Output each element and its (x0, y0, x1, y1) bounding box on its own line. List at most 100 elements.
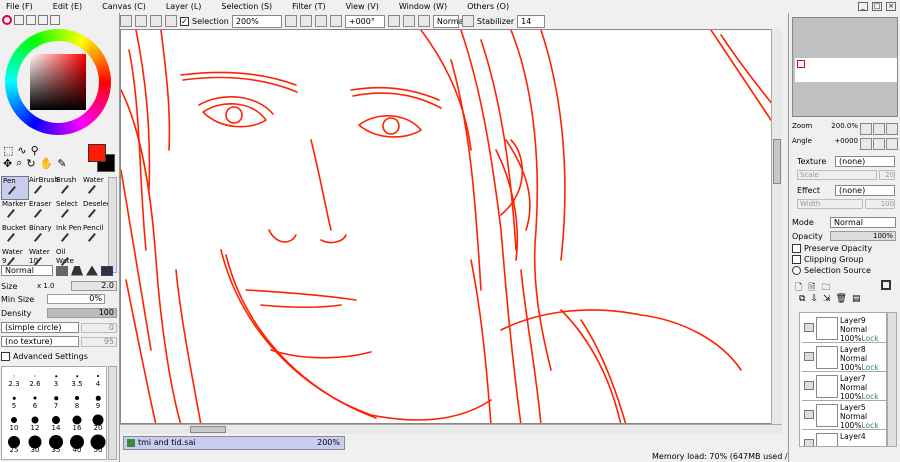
brush-size-cell[interactable]: 9 (86, 389, 110, 410)
invert-button[interactable] (461, 15, 474, 27)
tool-eraser[interactable]: Eraser (28, 200, 56, 224)
tool-button-b[interactable] (165, 15, 177, 27)
canvas-vertical-scrollbar[interactable] (771, 29, 782, 424)
maximize-icon[interactable]: □ (872, 2, 882, 11)
rotate-right-button[interactable] (387, 15, 400, 27)
nav-rotate-right-button[interactable] (873, 138, 885, 150)
layer-lock[interactable]: Lock (861, 334, 878, 343)
tool-brush[interactable]: Brush (55, 176, 83, 200)
horizontal-scroll-thumb[interactable] (190, 426, 226, 433)
swatch-icon[interactable] (38, 15, 48, 25)
visibility-eye-icon[interactable] (804, 352, 814, 361)
color-wheel-icon[interactable] (2, 15, 12, 25)
brush-size-cell[interactable]: 4 (86, 367, 110, 388)
layer-row[interactable]: Layer9 Normal 100%Lock (802, 315, 886, 343)
width-prop-num[interactable]: 100 (865, 199, 895, 209)
menu-item[interactable]: Canvas (C) (102, 2, 146, 11)
zoom-icon[interactable]: ⌕ (16, 156, 22, 170)
vertical-scroll-thumb[interactable] (773, 139, 781, 184)
layer-panel-toggle-icon[interactable] (881, 280, 891, 290)
zoom-select[interactable]: 200% (231, 14, 282, 28)
tool-marker[interactable]: Marker (1, 200, 29, 224)
rotate-left-button[interactable] (329, 15, 342, 27)
navigator-preview[interactable] (792, 17, 898, 117)
blend-mode-select[interactable]: Normal (432, 14, 466, 28)
visibility-eye-icon[interactable] (804, 381, 814, 390)
tool-deselect[interactable]: Deselect (82, 200, 114, 224)
minimize-icon[interactable]: _ (858, 2, 868, 11)
scale-prop-slider[interactable]: Scale (797, 170, 877, 180)
scratchpad-icon[interactable] (50, 15, 60, 25)
menu-item[interactable]: File (F) (6, 2, 33, 11)
saturation-value-square[interactable] (30, 54, 86, 110)
width-prop-slider[interactable]: Width (797, 199, 863, 209)
hsv-slider-icon[interactable] (26, 15, 36, 25)
move-icon[interactable]: ✥ (3, 157, 12, 170)
clear-layer-icon[interactable]: ▤ (852, 294, 861, 304)
layer-row[interactable]: Layer7 Normal 100%Lock (802, 373, 886, 401)
density-slider[interactable]: 100 (47, 308, 117, 318)
primary-color-swatch[interactable] (88, 144, 106, 162)
size-multiplier-select[interactable]: x 1.0 (37, 282, 71, 290)
menu-item[interactable]: Window (W) (399, 2, 447, 11)
tool-airbrush[interactable]: AirBrush (28, 176, 59, 200)
delete-layer-icon[interactable]: 🗑 (836, 294, 847, 304)
advanced-settings-checkbox[interactable] (1, 352, 10, 361)
tool-scrollbar[interactable] (108, 177, 117, 273)
edge-hard-icon[interactable] (56, 265, 68, 276)
flip-button[interactable] (417, 15, 430, 27)
tool-select[interactable]: Select (55, 200, 83, 224)
menu-item[interactable]: Edit (E) (53, 2, 82, 11)
brush-texture-select[interactable]: (no texture) (1, 336, 79, 347)
layer-row[interactable]: Layer4 (802, 431, 886, 446)
brush-size-cell[interactable]: 20 (86, 411, 110, 432)
nav-rotate-reset-button[interactable] (886, 138, 898, 150)
brush-shape-select[interactable]: (simple circle) (1, 322, 79, 333)
edge-soft3-icon[interactable] (101, 265, 113, 276)
rotate-icon[interactable]: ↻ (26, 157, 35, 170)
visibility-eye-icon[interactable] (804, 323, 814, 332)
merge-down-icon[interactable]: ⇩ (810, 294, 818, 304)
layer-lock[interactable]: Lock (861, 363, 878, 372)
hand-icon[interactable]: ✋ (40, 157, 54, 170)
close-icon[interactable]: × (886, 2, 896, 11)
brush-mode-select[interactable]: Normal (1, 265, 53, 276)
menu-item[interactable]: View (V) (346, 2, 379, 11)
transfer-icon[interactable]: ⇲ (823, 294, 831, 304)
eyedropper-icon[interactable]: ✎ (57, 157, 66, 170)
zoom-reset-button[interactable] (314, 15, 327, 27)
copy-layer-icon[interactable]: ⧉ (799, 294, 805, 304)
edge-soft2-icon[interactable] (86, 265, 98, 276)
nav-zoom-out-button[interactable] (860, 123, 872, 135)
brush-size-scrollbar[interactable] (108, 366, 117, 460)
menu-item[interactable]: Others (O) (467, 2, 509, 11)
layer-row[interactable]: Layer5 Normal 100%Lock (802, 402, 886, 430)
rotation-select[interactable]: +000° (344, 14, 385, 28)
tool-pencil[interactable]: Pencil (82, 224, 110, 248)
menu-item[interactable]: Filter (T) (292, 2, 325, 11)
tool-binary[interactable]: Binary (28, 224, 56, 248)
effect-prop-select[interactable]: (none) (835, 185, 895, 196)
opacity-slider[interactable]: 100% (830, 231, 896, 241)
stabilizer-select[interactable]: 14 (517, 14, 546, 28)
preserve-opacity-checkbox[interactable] (792, 244, 801, 253)
drawing-canvas[interactable] (120, 29, 782, 424)
zoom-out-button[interactable] (284, 15, 297, 27)
canvas-horizontal-scrollbar[interactable] (120, 424, 782, 434)
selection-checkbox[interactable]: ✓ (180, 16, 189, 26)
nav-zoom-reset-button[interactable] (886, 123, 898, 135)
visibility-eye-icon[interactable] (804, 410, 814, 419)
selection-source-radio[interactable] (792, 266, 801, 275)
tool-ink-pen[interactable]: Ink Pen (55, 224, 83, 248)
layer-lock[interactable]: Lock (861, 421, 878, 430)
menu-item[interactable]: Selection (S) (221, 2, 272, 11)
document-tab[interactable]: tmi and tid.sai 200% (123, 436, 345, 450)
clipping-group-checkbox[interactable] (792, 255, 801, 264)
brush-size-cell[interactable]: 50 (86, 433, 110, 454)
layer-lock[interactable]: Lock (861, 392, 878, 401)
layer-row[interactable]: Layer8 Normal 100%Lock (802, 344, 886, 372)
toggle-right-button[interactable] (135, 15, 147, 27)
scale-prop-num[interactable]: 20 (879, 170, 895, 180)
toggle-left-button[interactable] (120, 15, 132, 27)
tool-pen[interactable]: Pen (1, 176, 29, 201)
